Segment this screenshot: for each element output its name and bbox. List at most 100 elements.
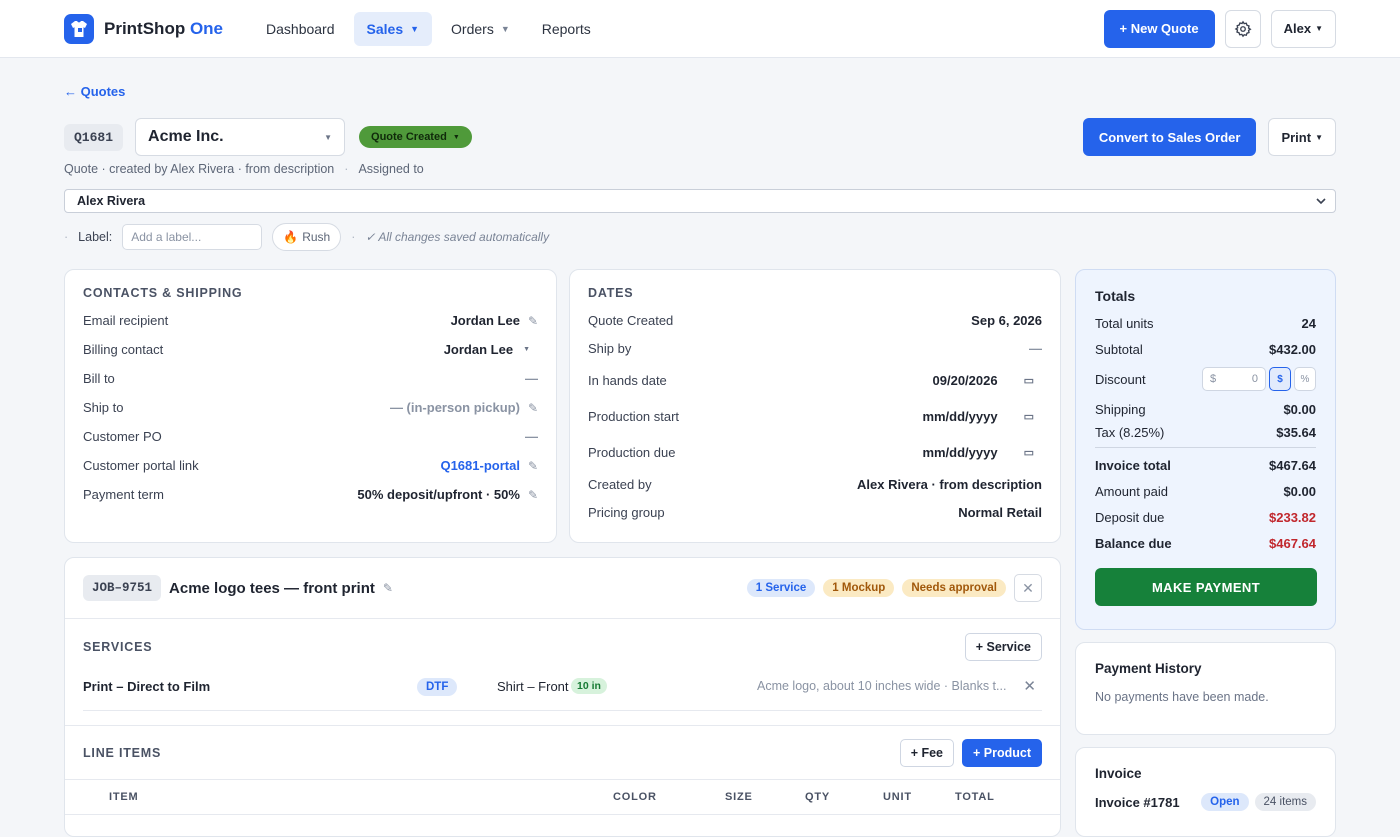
services-section: SERVICES + Service Print – Direct to Fil… <box>65 619 1060 711</box>
top-bar: PrintShop One Dashboard Sales ▼ Orders ▼ R… <box>0 0 1400 58</box>
convert-to-sales-order-button[interactable]: Convert to Sales Order <box>1082 118 1257 156</box>
balance-due-row: Balance due $467.64 <box>1095 530 1316 556</box>
row-label: Production due <box>588 444 676 460</box>
contacts-shipping-card: CONTACTS & SHIPPING Email recipient Jorda… <box>64 269 557 543</box>
nav-reports[interactable]: Reports <box>529 12 604 46</box>
tax-row: Tax (8.25%) $35.64 <box>1095 422 1316 448</box>
row-value: Alex Rivera · from description <box>857 476 1042 492</box>
status-label: Quote Created <box>371 131 447 143</box>
service-row[interactable]: Print – Direct to Film DTF Shirt – Front… <box>83 667 1042 711</box>
pencil-icon[interactable]: ✎ <box>528 401 538 415</box>
nav-sales[interactable]: Sales ▼ <box>353 11 433 46</box>
discount-value: 0 <box>1251 373 1258 385</box>
row-label: Discount <box>1095 371 1146 387</box>
payment-term-row[interactable]: Payment term 50% deposit/upfront · 50% ✎ <box>83 480 538 509</box>
caret-down-icon: ▼ <box>410 23 420 34</box>
pencil-icon[interactable]: ✎ <box>383 581 393 595</box>
back-to-quotes-link[interactable]: ← Quotes <box>64 84 125 99</box>
add-product-button[interactable]: + Product <box>962 738 1042 767</box>
add-service-button[interactable]: + Service <box>964 633 1042 661</box>
dates-title: DATES <box>588 286 634 300</box>
assignee-select[interactable]: Alex Rivera <box>64 189 1336 213</box>
pencil-icon[interactable]: ✎ <box>528 314 538 328</box>
in-hands-date-input[interactable]: 09/20/2026 <box>933 373 998 388</box>
rush-toggle[interactable]: 🔥 Rush <box>272 223 342 251</box>
nav-dashboard[interactable]: Dashboard <box>253 12 348 46</box>
row-value: Jordan Lee <box>450 313 520 328</box>
invoice-total-row: Invoice total $467.64 <box>1095 452 1316 478</box>
row-label: Deposit due <box>1095 509 1165 525</box>
production-due-row[interactable]: Production due mm/dd/yyyy ▭ <box>588 434 1042 470</box>
row-label: Created by <box>588 476 652 492</box>
customer-select[interactable]: Acme Inc. ▼ <box>135 118 346 156</box>
add-fee-button[interactable]: + Fee <box>899 738 954 767</box>
ship-to-row[interactable]: Ship to — (in-person pickup) ✎ <box>83 393 538 422</box>
service-location: Shirt – Front <box>497 679 569 694</box>
status-badge[interactable]: Quote Created ▼ <box>359 126 472 148</box>
separator: · <box>64 230 69 244</box>
brand-logo[interactable]: PrintShop One <box>64 13 223 44</box>
shipping-row: Shipping $0.00 <box>1095 396 1316 422</box>
production-due-input[interactable]: mm/dd/yyyy <box>922 445 997 460</box>
column-size: SIZE <box>725 791 753 803</box>
calendar-icon[interactable]: ▭ <box>1024 410 1034 423</box>
make-payment-button[interactable]: MAKE PAYMENT <box>1095 568 1317 606</box>
column-unit: UNIT <box>883 791 912 803</box>
portal-link[interactable]: Q1681-portal <box>440 458 519 473</box>
brand-name-part1: PrintShop <box>104 18 186 38</box>
billing-contact-row[interactable]: Billing contact Jordan Lee ▼ <box>83 335 538 364</box>
line-items-header: LINE ITEMS + Fee + Product <box>65 725 1060 779</box>
service-size-badge: 10 in <box>571 678 607 694</box>
ship-by-row: Ship by — <box>588 334 1042 362</box>
discount-input[interactable]: $0 <box>1202 367 1266 391</box>
print-button[interactable]: Print ▼ <box>1268 118 1336 156</box>
row-value: — <box>525 429 538 444</box>
caret-down-icon: ▼ <box>1315 24 1323 33</box>
brand-name: PrintShop One <box>104 19 223 39</box>
nav-dashboard-label: Dashboard <box>266 20 335 37</box>
row-value: — <box>525 371 538 386</box>
row-label: Ship to <box>83 400 124 415</box>
production-start-row[interactable]: Production start mm/dd/yyyy ▭ <box>588 398 1042 434</box>
shirt-logo-icon <box>64 13 94 44</box>
column-color: COLOR <box>613 791 657 803</box>
total-units-row: Total units 24 <box>1095 310 1316 336</box>
service-name: Print – Direct to Film <box>83 679 211 694</box>
print-label: Print <box>1281 129 1312 145</box>
quote-id: Q1681 <box>64 123 124 151</box>
nav-orders[interactable]: Orders ▼ <box>438 12 523 46</box>
deposit-due-row: Deposit due $233.82 <box>1095 504 1316 530</box>
user-menu-button[interactable]: Alex ▼ <box>1270 9 1336 48</box>
in-hands-date-row[interactable]: In hands date 09/20/2026 ▭ <box>588 362 1042 398</box>
dates-card: DATES Quote Created Sep 6, 2026 Ship by — … <box>569 269 1061 543</box>
column-qty: QTY <box>805 791 831 803</box>
calendar-icon[interactable]: ▭ <box>1024 446 1034 459</box>
remove-service-icon[interactable]: ✕ <box>1023 677 1036 695</box>
caret-down-icon: ▼ <box>1315 132 1323 142</box>
close-job-button[interactable]: ✕ <box>1014 574 1042 602</box>
calendar-icon[interactable]: ▭ <box>1024 374 1034 387</box>
row-label: Ship by <box>588 340 632 356</box>
row-value: $432.00 <box>1269 341 1316 357</box>
row-label: Payment term <box>83 487 164 502</box>
pencil-icon[interactable]: ✎ <box>528 459 538 473</box>
production-start-input[interactable]: mm/dd/yyyy <box>922 409 997 424</box>
pencil-icon[interactable]: ✎ <box>528 488 538 502</box>
email-recipient-row[interactable]: Email recipient Jordan Lee ✎ <box>83 306 538 335</box>
caret-down-icon: ▼ <box>523 346 530 353</box>
invoice-number[interactable]: Invoice #1781 <box>1095 795 1180 810</box>
row-value: $467.64 <box>1269 457 1316 473</box>
customer-name: Acme Inc. <box>148 128 224 145</box>
nav-orders-label: Orders <box>451 20 494 37</box>
row-label: Invoice total <box>1095 457 1171 473</box>
column-item: ITEM <box>109 791 139 803</box>
row-value: Sep 6, 2026 <box>971 312 1042 328</box>
row-value: $35.64 <box>1276 425 1316 440</box>
column-total: TOTAL <box>955 791 995 803</box>
discount-percent-toggle[interactable]: % <box>1294 367 1316 391</box>
discount-dollar-toggle[interactable]: $ <box>1269 367 1291 391</box>
label-input[interactable]: Add a label... <box>122 224 263 250</box>
new-quote-button[interactable]: + New Quote <box>1103 9 1215 48</box>
settings-button[interactable] <box>1224 9 1261 48</box>
quote-subline: Quote · created by Alex Rivera · from de… <box>64 162 424 176</box>
